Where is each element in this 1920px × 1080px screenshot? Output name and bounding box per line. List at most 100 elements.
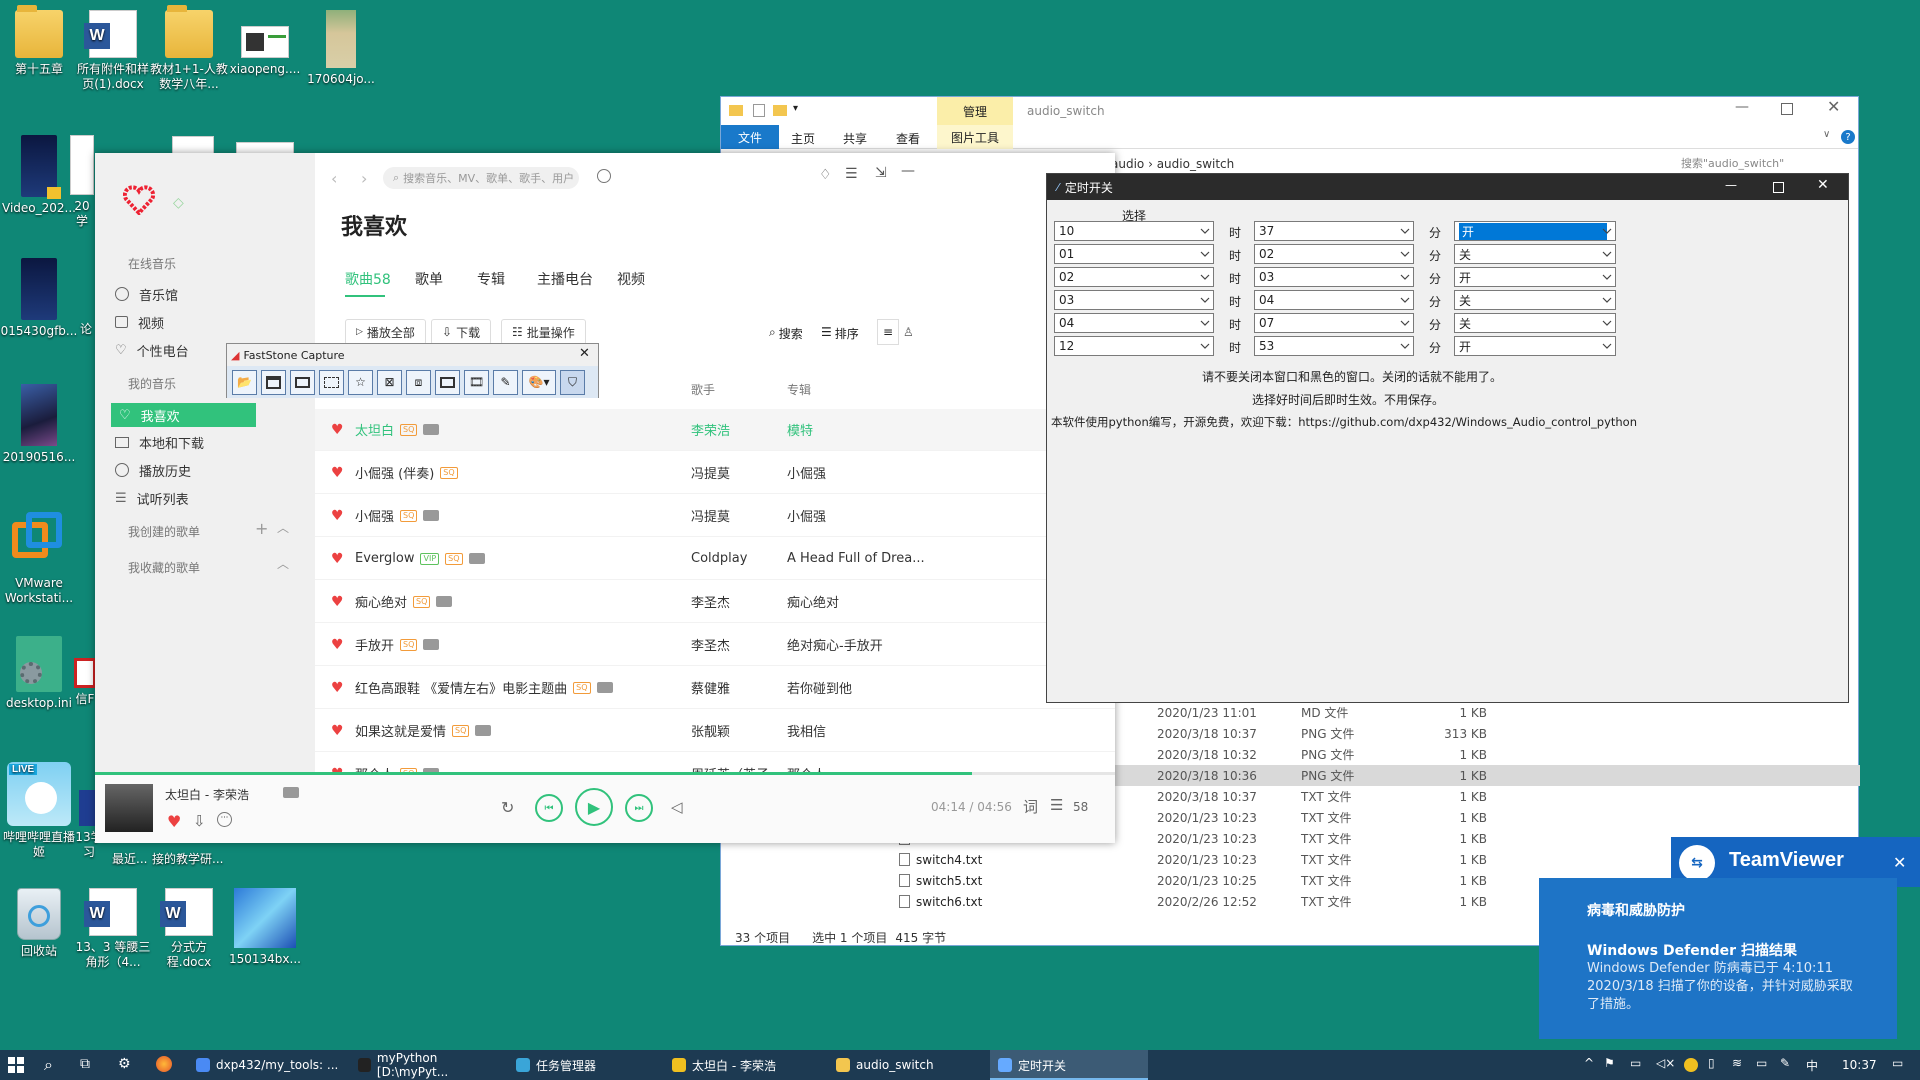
loop-mode-icon[interactable]: ↻ — [501, 798, 514, 817]
taskbar-task[interactable]: 定时开关 — [990, 1050, 1148, 1080]
on-off-combobox[interactable]: 关 — [1454, 313, 1616, 333]
capture-scrolling-icon[interactable]: ⧈ — [406, 369, 431, 395]
hour-combobox[interactable]: 01 — [1054, 244, 1214, 264]
heart-icon[interactable]: ♥ — [331, 422, 345, 438]
song-album[interactable]: A Head Full of Drea... — [787, 551, 925, 566]
settings-icon[interactable]: ⛉ — [560, 369, 585, 395]
volume-icon[interactable]: ◁× — [1656, 1056, 1675, 1070]
firefox-icon[interactable] — [156, 1056, 172, 1072]
heart-icon[interactable]: ♥ — [331, 680, 345, 696]
quick-access-dropdown-icon[interactable]: ▾ — [793, 103, 798, 114]
tray-icon[interactable]: ▭ — [1630, 1056, 1641, 1070]
song-singer[interactable]: 李圣杰 — [691, 592, 730, 611]
collapse-icon[interactable]: ︿ — [277, 555, 289, 572]
color-picker-icon[interactable]: ✎ — [493, 369, 518, 395]
song-singer[interactable]: 张靓颖 — [691, 721, 730, 740]
heart-icon[interactable]: ♥ — [331, 723, 345, 739]
desktop-icon-video[interactable]: Video_202... — [0, 135, 78, 216]
player-progress-track[interactable] — [95, 772, 1115, 775]
minute-combobox[interactable]: 02 — [1254, 244, 1414, 264]
close-button[interactable]: ✕ — [1827, 97, 1840, 116]
heart-icon[interactable]: ♥ — [331, 551, 345, 567]
song-album[interactable]: 小倔强 — [787, 463, 826, 482]
tab-share[interactable]: 共享 — [843, 130, 867, 147]
capture-window-icon[interactable] — [261, 369, 286, 395]
hour-combobox[interactable]: 12 — [1054, 336, 1214, 356]
sidebar-item-video[interactable]: 视频 — [115, 311, 164, 333]
list-search-button[interactable]: ⌕ 搜索 — [769, 325, 803, 342]
properties-icon[interactable] — [753, 104, 765, 117]
desktop-icon-fractional-equation[interactable]: W 分式方程.docx — [150, 888, 228, 970]
song-row[interactable]: ♥ 小倔强 (伴奏) SQ 冯提莫 小倔强 — [315, 452, 1115, 494]
ribbon-expand-icon[interactable]: ∨ — [1823, 129, 1830, 140]
song-row[interactable]: ♥ 小倔强 SQ 冯提莫 小倔强 — [315, 495, 1115, 537]
taskbar-task[interactable]: myPython [D:\myPyt... — [350, 1050, 502, 1080]
desktop-icon-bilibili-live[interactable]: LIVE 哔哩哔哩直播姬 — [0, 762, 78, 860]
mv-icon[interactable] — [423, 424, 440, 435]
desktop-icon-folder-ch15[interactable]: 第十五章 — [0, 5, 78, 77]
mv-icon[interactable] — [283, 787, 299, 798]
taskbar-task[interactable]: audio_switch — [828, 1050, 984, 1080]
heart-icon[interactable]: ♥ — [331, 594, 345, 610]
on-off-combobox[interactable]: 开 — [1454, 267, 1616, 287]
sidebar-item-radio[interactable]: ♡ 个性电台 — [115, 339, 189, 361]
desktop-icon-word-attachments[interactable]: W 所有附件和样页(1).docx — [74, 10, 152, 92]
music-search-input[interactable]: ⌕ 搜索音乐、MV、歌单、歌手、用户 — [383, 167, 579, 189]
desktop-icon-13-3-triangle[interactable]: W 13、3 等腰三角形（4... — [74, 888, 152, 970]
desktop-icon-textbook-folder[interactable]: 教材1+1-人教数学八年... — [150, 5, 228, 92]
song-row[interactable]: ♥ 太坦白 SQ 李荣浩 模特 — [315, 409, 1115, 451]
play-all-button[interactable]: ▷ 播放全部 — [345, 319, 426, 345]
minute-combobox[interactable]: 07 — [1254, 313, 1414, 333]
sidebar-item-music-hall[interactable]: 音乐馆 — [115, 283, 178, 305]
song-singer[interactable]: 冯提莫 — [691, 506, 730, 525]
skin-icon[interactable]: ♢ — [819, 167, 832, 183]
new-folder-icon[interactable] — [773, 105, 787, 116]
mv-icon[interactable] — [596, 682, 613, 693]
like-heart-icon[interactable]: ♥ — [167, 812, 181, 831]
search-icon[interactable]: ⌕ — [44, 1055, 53, 1075]
taskbar-task[interactable]: dxp432/my_tools: ... — [188, 1050, 344, 1080]
mv-icon[interactable] — [468, 553, 485, 564]
pen-icon[interactable]: ✎ — [1780, 1056, 1790, 1070]
task-view-icon[interactable]: ⧉ — [80, 1056, 90, 1072]
minute-combobox[interactable]: 37 — [1254, 221, 1414, 241]
collapse-icon[interactable]: ︿ — [277, 519, 289, 536]
defender-notification[interactable]: 病毒和威胁防护 Windows Defender 扫描结果 Windows De… — [1539, 878, 1897, 1039]
minimize-button[interactable]: — — [901, 163, 915, 179]
tray-icon[interactable]: ⚑ — [1604, 1056, 1615, 1070]
maximize-button[interactable] — [1781, 103, 1793, 115]
close-button[interactable]: ✕ — [579, 346, 590, 361]
sort-button[interactable]: ☰ 排序 — [821, 325, 859, 342]
song-album[interactable]: 我相信 — [787, 721, 826, 740]
album-cover[interactable] — [105, 784, 153, 832]
screen-recorder-icon[interactable]: 🎞 — [464, 369, 489, 395]
playlist-icon[interactable]: ☰ — [1050, 796, 1063, 814]
song-singer[interactable]: Coldplay — [691, 551, 747, 566]
hour-combobox[interactable]: 03 — [1054, 290, 1214, 310]
tab-videos[interactable]: 视频 — [617, 269, 645, 289]
song-row[interactable]: ♥ 手放开 SQ 李圣杰 绝对痴心-手放开 — [315, 624, 1115, 666]
vip-diamond-icon[interactable]: ◇ — [173, 195, 184, 211]
song-singer[interactable]: 李荣浩 — [691, 420, 730, 439]
close-icon[interactable]: ✕ — [1893, 853, 1906, 872]
ribbon-context-tab[interactable]: 管理 — [937, 97, 1013, 125]
song-singer[interactable]: 冯提莫 — [691, 463, 730, 482]
minimize-button[interactable]: — — [1735, 99, 1755, 115]
play-button[interactable]: ▶ — [575, 788, 613, 826]
minute-combobox[interactable]: 04 — [1254, 290, 1414, 310]
song-singer[interactable]: 李圣杰 — [691, 635, 730, 654]
mini-mode-icon[interactable]: ⇲ — [875, 165, 887, 181]
on-off-combobox[interactable]: 关 — [1454, 244, 1616, 264]
tab-file[interactable]: 文件 — [721, 125, 779, 149]
capture-fullscreen-icon[interactable]: ⊠ — [377, 369, 402, 395]
song-album[interactable]: 若你碰到他 — [787, 678, 852, 697]
mv-icon[interactable] — [475, 725, 492, 736]
download-button[interactable]: ⇩ 下载 — [431, 319, 492, 345]
tab-view[interactable]: 查看 — [896, 130, 920, 147]
menu-icon[interactable]: ☰ — [845, 166, 858, 182]
notification-icon[interactable]: ▭ — [1892, 1056, 1903, 1070]
batch-button[interactable]: ☷ 批量操作 — [501, 319, 586, 345]
minute-combobox[interactable]: 03 — [1254, 267, 1414, 287]
mv-icon[interactable] — [436, 596, 453, 607]
maximize-button[interactable] — [1773, 182, 1784, 193]
